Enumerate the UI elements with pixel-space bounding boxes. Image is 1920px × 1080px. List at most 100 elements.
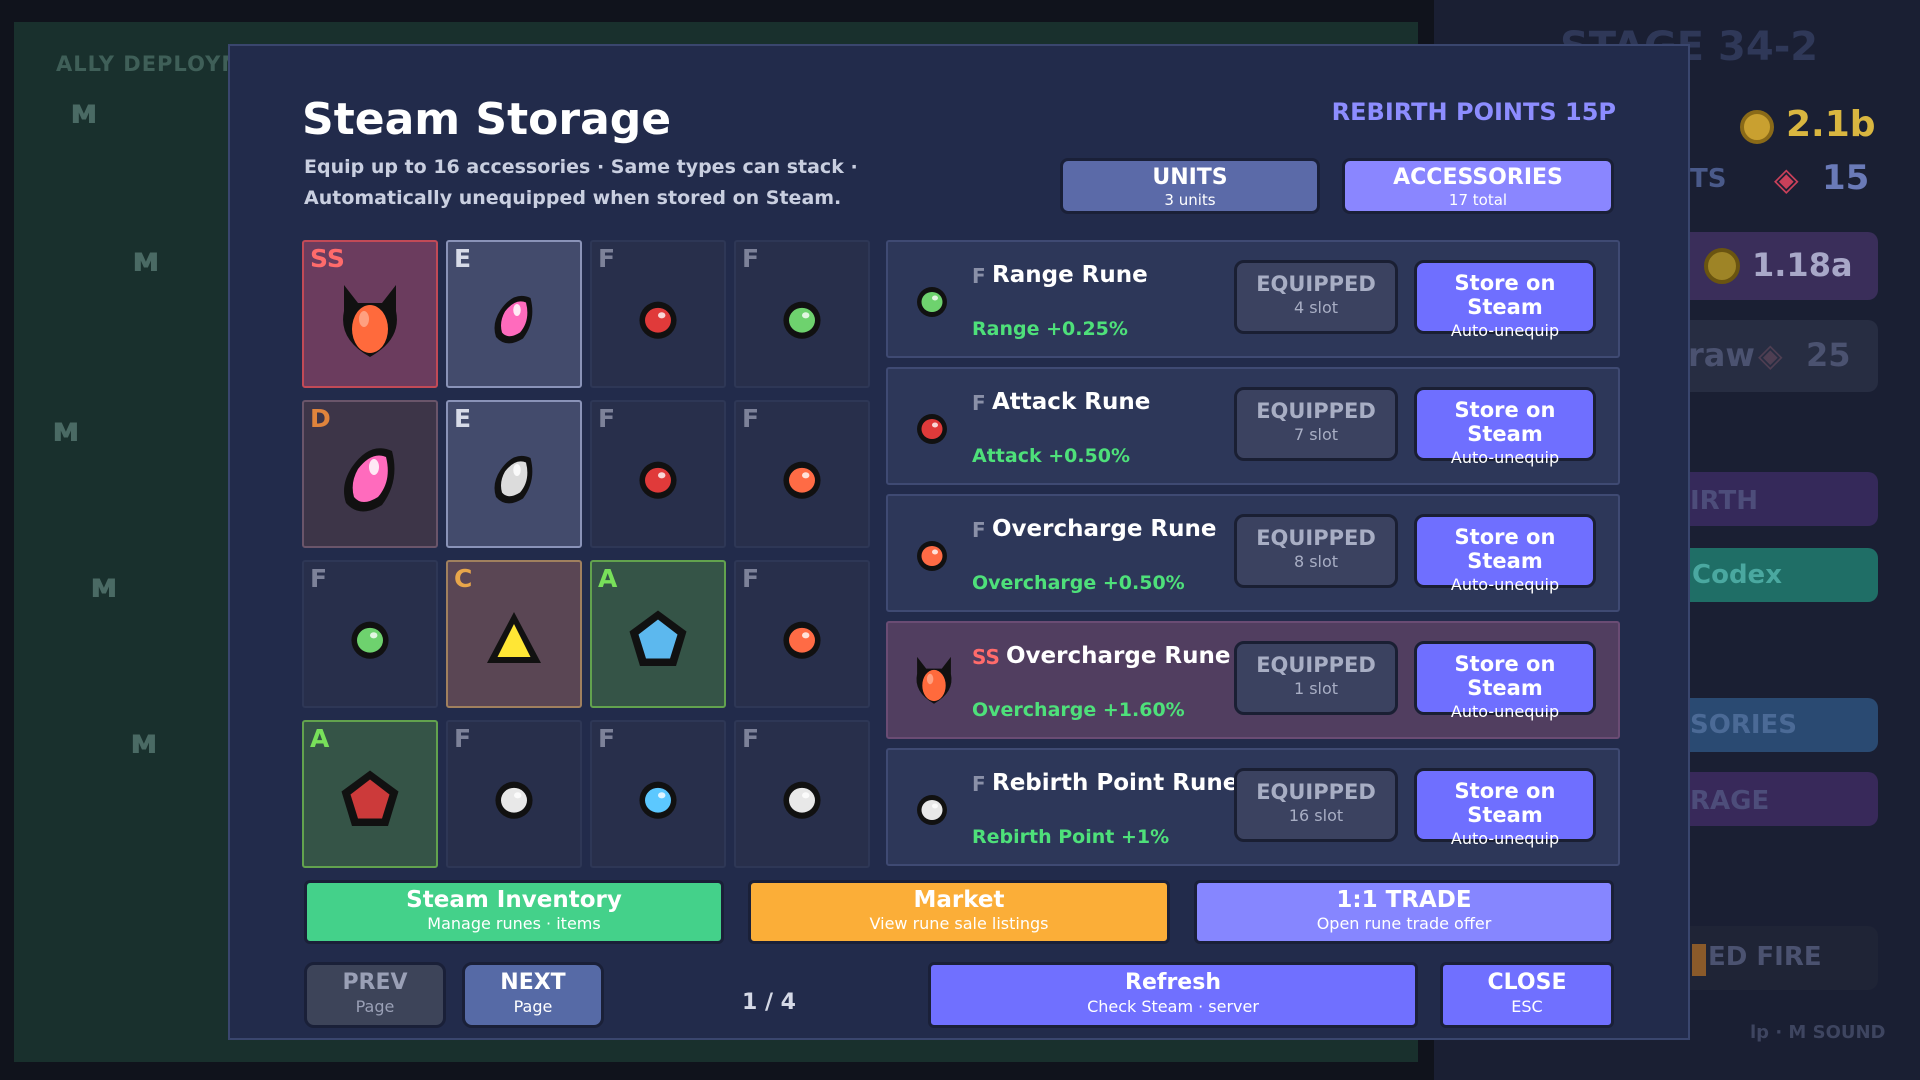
rune-stat: Attack +0.50% bbox=[972, 445, 1131, 467]
gems-amount: 15 bbox=[1822, 158, 1870, 198]
trade-button[interactable]: 1:1 TRADE Open rune trade offer bbox=[1194, 880, 1614, 944]
orange-gem-icon bbox=[777, 453, 827, 509]
pink-large-gem-icon bbox=[484, 288, 544, 355]
hotkey-hint: lp · M SOUND bbox=[1750, 1022, 1886, 1043]
slot-grade: E bbox=[454, 404, 472, 433]
store-label: Store on Steam bbox=[1454, 271, 1556, 319]
rune-row: SS Overcharge Rune Overcharge +1.60% EQUIPP… bbox=[886, 621, 1620, 739]
accessory-slot[interactable]: F bbox=[302, 560, 438, 708]
equipped-label: EQUIPPED bbox=[1256, 272, 1376, 296]
slot-grade: D bbox=[310, 404, 331, 433]
slot-grade: F bbox=[454, 724, 472, 753]
tab-units-count: 3 units bbox=[1164, 191, 1216, 209]
blue-pentagon-gem-icon bbox=[628, 608, 688, 675]
slot-grade: F bbox=[598, 724, 616, 753]
equipped-button[interactable]: EQUIPPED 4 slot bbox=[1234, 260, 1398, 334]
white-gem-icon bbox=[489, 773, 539, 829]
trade-label: 1:1 TRADE bbox=[1336, 887, 1472, 913]
slot-grade: F bbox=[742, 404, 760, 433]
accessory-slot[interactable]: D bbox=[302, 400, 438, 548]
coin-icon bbox=[1740, 110, 1774, 144]
menu-label: SORIES bbox=[1690, 710, 1798, 740]
accessory-slot[interactable]: SS bbox=[302, 240, 438, 388]
green-gem-icon bbox=[777, 293, 827, 349]
ally-deploy-label: ALLY DEPLOYM bbox=[56, 52, 244, 76]
gems-label: TS bbox=[1690, 164, 1727, 194]
store-on-steam-button[interactable]: Store on Steam Auto-unequip bbox=[1414, 387, 1596, 467]
slot-grade: A bbox=[310, 724, 330, 753]
close-button[interactable]: CLOSE ESC bbox=[1440, 962, 1614, 1028]
store-sub: Auto-unequip bbox=[1450, 702, 1560, 721]
yellow-triangle-gem-icon bbox=[484, 608, 544, 675]
pink-xl-gem-icon bbox=[330, 437, 410, 525]
equipped-label: EQUIPPED bbox=[1256, 780, 1376, 804]
accessory-slot[interactable]: F bbox=[590, 400, 726, 548]
accessory-slot[interactable]: E bbox=[446, 400, 582, 548]
equipped-button[interactable]: EQUIPPED 8 slot bbox=[1234, 514, 1398, 588]
prev-page-button[interactable]: PREV Page bbox=[304, 962, 446, 1028]
tab-accessories[interactable]: ACCESSORIES 17 total bbox=[1342, 158, 1614, 214]
green-gem-icon bbox=[912, 280, 958, 332]
equipped-button[interactable]: EQUIPPED 1 slot bbox=[1234, 641, 1398, 715]
store-sub: Auto-unequip bbox=[1450, 321, 1560, 340]
next-label: NEXT bbox=[500, 970, 566, 995]
accessory-slot[interactable]: A bbox=[302, 720, 438, 868]
refresh-button[interactable]: Refresh Check Steam · server bbox=[928, 962, 1418, 1028]
accessory-slot[interactable]: F bbox=[734, 560, 870, 708]
close-label: CLOSE bbox=[1487, 970, 1567, 995]
store-on-steam-button[interactable]: Store on Steam Auto-unequip bbox=[1414, 260, 1596, 340]
menu-label: IRTH bbox=[1690, 486, 1759, 516]
income-amount: 1.18a bbox=[1752, 246, 1853, 284]
equipped-button[interactable]: EQUIPPED 7 slot bbox=[1234, 387, 1398, 461]
equipped-slot: 8 slot bbox=[1293, 552, 1339, 571]
accessory-slot[interactable]: C bbox=[446, 560, 582, 708]
red-gem-icon bbox=[633, 293, 683, 349]
slot-grade: F bbox=[598, 244, 616, 273]
tab-units[interactable]: UNITS 3 units bbox=[1060, 158, 1320, 214]
store-on-steam-button[interactable]: Store on Steam Auto-unequip bbox=[1414, 768, 1596, 848]
accessory-slot[interactable]: F bbox=[734, 720, 870, 868]
draw-cost: 25 bbox=[1806, 336, 1851, 374]
menu-label: ED FIRE bbox=[1708, 942, 1822, 972]
ss-horned-gem-icon bbox=[330, 277, 410, 365]
refresh-sub: Check Steam · server bbox=[1087, 997, 1259, 1016]
grass-mark: ᴍ bbox=[52, 410, 80, 450]
draw-label: raw bbox=[1688, 336, 1755, 374]
white-gem-icon bbox=[777, 773, 827, 829]
rune-row: F Rebirth Point Rune Rebirth Point +1% EQUI… bbox=[886, 748, 1620, 866]
slot-grade: SS bbox=[310, 244, 345, 273]
next-sub: Page bbox=[513, 997, 553, 1016]
steam-inventory-button[interactable]: Steam Inventory Manage runes · items bbox=[304, 880, 724, 944]
slot-grade: F bbox=[742, 244, 760, 273]
store-label: Store on Steam bbox=[1454, 652, 1556, 700]
accessory-slot[interactable]: F bbox=[446, 720, 582, 868]
accessory-slot[interactable]: F bbox=[734, 240, 870, 388]
store-on-steam-button[interactable]: Store on Steam Auto-unequip bbox=[1414, 514, 1596, 594]
next-page-button[interactable]: NEXT Page bbox=[462, 962, 604, 1028]
gem-icon: ◈ bbox=[1758, 336, 1783, 374]
slot-grade: F bbox=[742, 564, 760, 593]
accessory-slot[interactable]: A bbox=[590, 560, 726, 708]
rune-grade: F bbox=[972, 391, 986, 415]
coin-icon bbox=[1704, 248, 1740, 284]
equipped-label: EQUIPPED bbox=[1256, 399, 1376, 423]
rune-stat: Rebirth Point +1% bbox=[972, 826, 1170, 848]
market-button[interactable]: Market View rune sale listings bbox=[748, 880, 1170, 944]
equipped-button[interactable]: EQUIPPED 16 slot bbox=[1234, 768, 1398, 842]
accessory-slot[interactable]: E bbox=[446, 240, 582, 388]
store-on-steam-button[interactable]: Store on Steam Auto-unequip bbox=[1414, 641, 1596, 721]
steam-inventory-label: Steam Inventory bbox=[406, 887, 622, 913]
accessory-slot[interactable]: F bbox=[590, 720, 726, 868]
slot-grade: C bbox=[454, 564, 473, 593]
rune-name: Rebirth Point Rune bbox=[992, 770, 1239, 796]
accessory-slot[interactable]: F bbox=[590, 240, 726, 388]
slot-grade: A bbox=[598, 564, 618, 593]
accessory-slot[interactable]: F bbox=[734, 400, 870, 548]
gold-amount: 2.1b bbox=[1786, 104, 1876, 145]
equipped-slot: 16 slot bbox=[1288, 806, 1344, 825]
rune-stat: Overcharge +1.60% bbox=[972, 699, 1185, 721]
store-label: Store on Steam bbox=[1454, 398, 1556, 446]
menu-label: Codex bbox=[1692, 560, 1782, 590]
red-pentagon-gem-icon bbox=[340, 768, 400, 835]
menu-label: RAGE bbox=[1690, 786, 1770, 816]
